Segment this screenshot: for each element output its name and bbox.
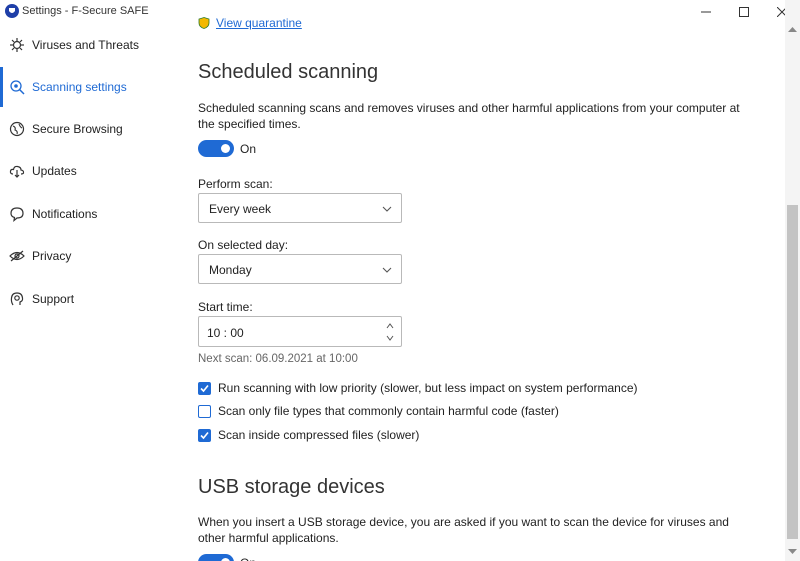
sidebar-item-label: Scanning settings	[32, 80, 127, 94]
sidebar-item-label: Updates	[32, 164, 77, 178]
globe-icon	[9, 121, 25, 137]
sidebar-item-scanning-settings[interactable]: Scanning settings	[0, 67, 165, 107]
scroll-thumb[interactable]	[787, 205, 798, 539]
scheduled-scanning-heading: Scheduled scanning	[198, 61, 379, 83]
sidebar-item-updates[interactable]: Updates	[0, 151, 165, 191]
scheduled-scanning-description: Scheduled scanning scans and removes vir…	[198, 101, 740, 131]
scan-icon	[9, 79, 25, 95]
sidebar-item-privacy[interactable]: Privacy	[0, 236, 165, 276]
scheduled-scanning-toggle-label: On	[240, 142, 257, 156]
virus-icon	[9, 37, 25, 53]
selected-day-label: On selected day:	[198, 238, 289, 252]
cloud-download-icon	[9, 163, 25, 179]
start-time-value: 10 : 00	[207, 326, 244, 340]
spin-down-icon[interactable]	[385, 333, 395, 343]
next-scan-info: Next scan: 06.09.2021 at 10:00	[198, 353, 358, 365]
chevron-down-icon	[382, 206, 392, 212]
compressed-files-label: Scan inside compressed files (slower)	[218, 428, 420, 442]
sidebar-item-label: Privacy	[32, 249, 72, 263]
sidebar-item-label: Support	[32, 292, 75, 306]
selected-day-value: Monday	[209, 263, 252, 277]
usb-scanning-toggle-label: On	[240, 556, 256, 561]
shield-icon	[198, 17, 210, 29]
low-priority-option[interactable]: Run scanning with low priority (slower, …	[198, 380, 638, 396]
spin-up-icon[interactable]	[385, 321, 395, 331]
quarantine-link-row: View quarantine	[198, 14, 302, 32]
scroll-up-arrow-icon[interactable]	[788, 26, 797, 32]
window-title: Settings - F-Secure SAFE	[22, 5, 149, 17]
active-indicator	[0, 67, 3, 107]
sidebar-item-viruses-and-threats[interactable]: Viruses and Threats	[0, 25, 165, 65]
support-icon	[9, 291, 25, 307]
perform-scan-label: Perform scan:	[198, 177, 273, 191]
compressed-files-checkbox[interactable]	[198, 428, 211, 442]
chat-bubble-icon	[9, 206, 25, 222]
sidebar-item-secure-browsing[interactable]: Secure Browsing	[0, 109, 165, 149]
checkmark-icon	[200, 384, 209, 392]
sidebar-item-label: Notifications	[32, 207, 98, 221]
selected-day-select[interactable]: Monday	[198, 254, 402, 284]
perform-scan-value: Every week	[209, 202, 272, 216]
sidebar-item-label: Viruses and Threats	[32, 38, 139, 52]
sidebar-item-label: Secure Browsing	[32, 122, 123, 136]
checkmark-icon	[200, 431, 209, 439]
chevron-down-icon	[382, 267, 392, 273]
f-secure-logo-icon	[5, 4, 19, 18]
scroll-down-arrow-icon[interactable]	[788, 549, 797, 555]
usb-scanning-toggle[interactable]	[198, 554, 234, 561]
harmful-types-label: Scan only file types that commonly conta…	[218, 404, 559, 418]
compressed-files-option[interactable]: Scan inside compressed files (slower)	[198, 427, 419, 443]
usb-storage-description: When you insert a USB storage device, yo…	[198, 515, 729, 545]
low-priority-label: Run scanning with low priority (slower, …	[218, 381, 638, 395]
eye-slash-icon	[9, 248, 25, 264]
sidebar-item-notifications[interactable]: Notifications	[0, 194, 165, 234]
harmful-types-checkbox[interactable]	[198, 404, 211, 418]
start-time-input[interactable]: 10 : 00	[198, 316, 402, 347]
sidebar-item-support[interactable]: Support	[0, 279, 165, 319]
toggle-knob	[221, 144, 230, 153]
harmful-types-option[interactable]: Scan only file types that commonly conta…	[198, 403, 559, 419]
scheduled-scanning-toggle[interactable]	[198, 140, 234, 157]
vertical-scrollbar[interactable]	[785, 0, 800, 561]
settings-content: View quarantine Scheduled scanning Sched…	[165, 0, 785, 561]
view-quarantine-link[interactable]: View quarantine	[216, 16, 302, 30]
start-time-label: Start time:	[198, 300, 253, 314]
perform-scan-select[interactable]: Every week	[198, 193, 402, 223]
usb-storage-heading: USB storage devices	[198, 476, 385, 498]
sidebar: Viruses and Threats Scanning settings Se…	[0, 24, 165, 561]
low-priority-checkbox[interactable]	[198, 381, 211, 395]
